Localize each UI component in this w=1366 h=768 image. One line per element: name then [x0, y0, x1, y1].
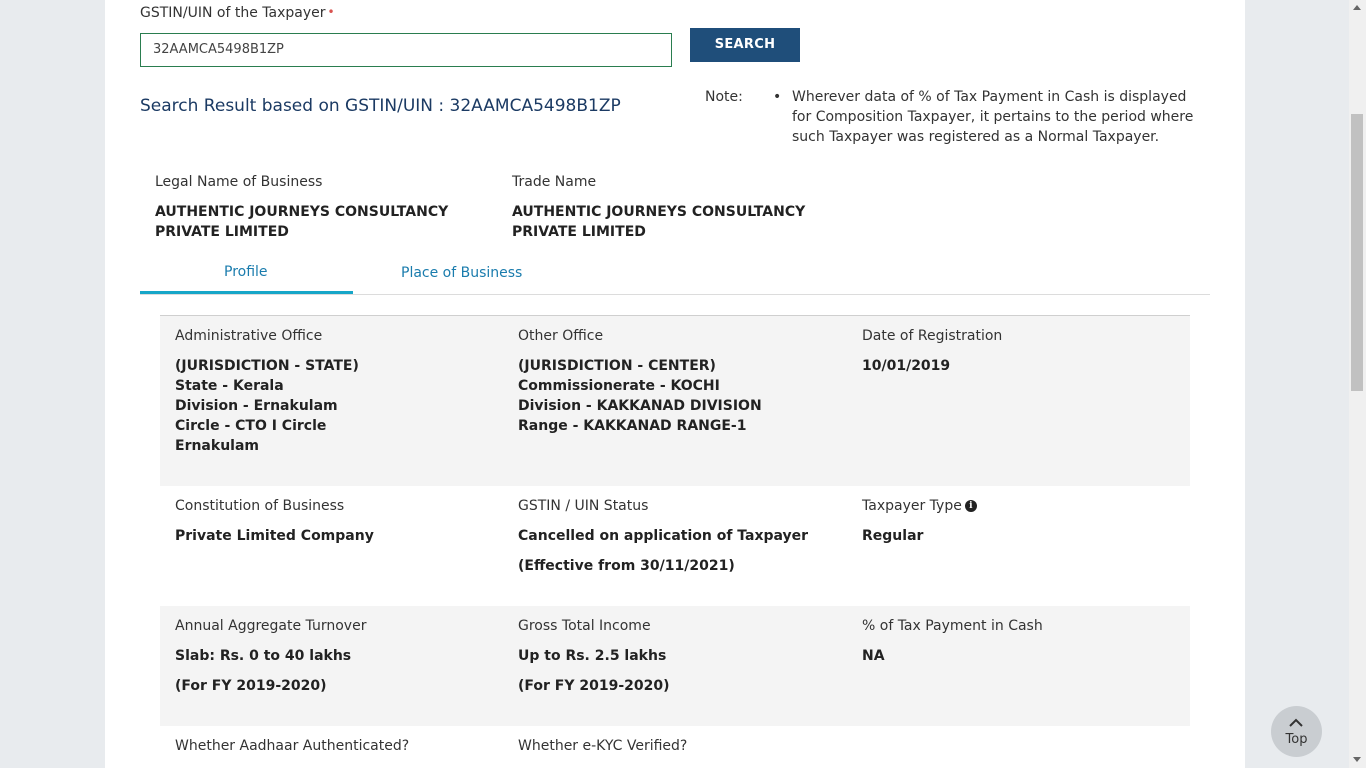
search-button[interactable]: SEARCH [690, 28, 800, 62]
admin-office-value: (JURISDICTION - STATE) State - Kerala Di… [175, 356, 359, 456]
income-fy: (For FY 2019-2020) [518, 678, 670, 694]
trade-name-line1: AUTHENTIC JOURNEYS CONSULTANCY [512, 204, 806, 220]
turnover-fy: (For FY 2019-2020) [175, 678, 327, 694]
other-office-label: Other Office [518, 328, 604, 344]
status-value: Cancelled on application of Taxpayer [518, 528, 809, 544]
other-office-line: (JURISDICTION - CENTER) [518, 358, 716, 374]
legal-name-line1: AUTHENTIC JOURNEYS CONSULTANCY [155, 204, 449, 220]
admin-office-line: (JURISDICTION - STATE) [175, 358, 359, 374]
legal-name-line2: PRIVATE LIMITED [155, 224, 289, 240]
tax-cash-value: NA [862, 648, 885, 664]
trade-name-line2: PRIVATE LIMITED [512, 224, 646, 240]
registration-date-value: 10/01/2019 [862, 358, 951, 374]
back-to-top-button[interactable]: Top [1271, 706, 1322, 757]
registration-date-label: Date of Registration [862, 328, 1003, 344]
other-office-line: Range - KAKKANAD RANGE-1 [518, 418, 747, 434]
other-office-line: Commissionerate - KOCHI [518, 378, 720, 394]
admin-office-line: State - Kerala [175, 378, 284, 394]
income-label: Gross Total Income [518, 618, 651, 634]
admin-office-line: Ernakulam [175, 438, 259, 454]
constitution-value: Private Limited Company [175, 528, 374, 544]
taxpayer-type-value: Regular [862, 528, 924, 544]
search-result-title: Search Result based on GSTIN/UIN : 32AAM… [140, 96, 621, 116]
legal-name-label: Legal Name of Business [155, 174, 323, 190]
note-label: Note: [705, 89, 743, 105]
scroll-down-arrow-icon[interactable] [1353, 757, 1361, 762]
taxpayer-type-label: Taxpayer Type i [862, 498, 977, 514]
other-office-line: Division - KAKKANAD DIVISION [518, 398, 762, 414]
gstin-field-label: GSTIN/UIN of the Taxpayer • [140, 5, 335, 21]
admin-office-label: Administrative Office [175, 328, 323, 344]
constitution-label: Constitution of Business [175, 498, 345, 514]
admin-office-line: Circle - CTO I Circle [175, 418, 327, 434]
back-to-top-label: Top [1285, 732, 1308, 747]
note-bullet: • [773, 89, 782, 105]
chevron-up-icon [1289, 718, 1303, 727]
tab-place-of-business[interactable]: Place of Business [401, 265, 522, 281]
income-value: Up to Rs. 2.5 lakhs [518, 648, 667, 664]
admin-office-line: Division - Ernakulam [175, 398, 338, 414]
trade-name-value: AUTHENTIC JOURNEYS CONSULTANCY PRIVATE L… [512, 202, 805, 242]
turnover-value: Slab: Rs. 0 to 40 lakhs [175, 648, 352, 664]
status-label: GSTIN / UIN Status [518, 498, 649, 514]
required-marker: • [327, 5, 335, 19]
turnover-label: Annual Aggregate Turnover [175, 618, 367, 634]
taxpayer-type-label-text: Taxpayer Type [862, 498, 962, 514]
legal-name-value: AUTHENTIC JOURNEYS CONSULTANCY PRIVATE L… [155, 202, 448, 242]
scroll-up-arrow-icon[interactable] [1353, 5, 1361, 10]
tab-profile[interactable]: Profile [224, 264, 268, 280]
tax-cash-label: % of Tax Payment in Cash [862, 618, 1043, 634]
aadhaar-label: Whether Aadhaar Authenticated? [175, 738, 410, 754]
trade-name-label: Trade Name [512, 174, 597, 190]
gstin-label-text: GSTIN/UIN of the Taxpayer [140, 5, 326, 21]
tab-active-indicator [140, 291, 353, 294]
info-icon[interactable]: i [964, 500, 977, 512]
other-office-value: (JURISDICTION - CENTER) Commissionerate … [518, 356, 762, 436]
ekyc-label: Whether e-KYC Verified? [518, 738, 688, 754]
status-effective-date: (Effective from 30/11/2021) [518, 558, 735, 574]
gstin-search-input[interactable]: 32AAMCA5498B1ZP [140, 33, 672, 67]
note-text: Wherever data of % of Tax Payment in Cas… [792, 89, 1194, 145]
scrollbar-thumb[interactable] [1351, 114, 1363, 391]
tabs-divider [140, 294, 1210, 295]
